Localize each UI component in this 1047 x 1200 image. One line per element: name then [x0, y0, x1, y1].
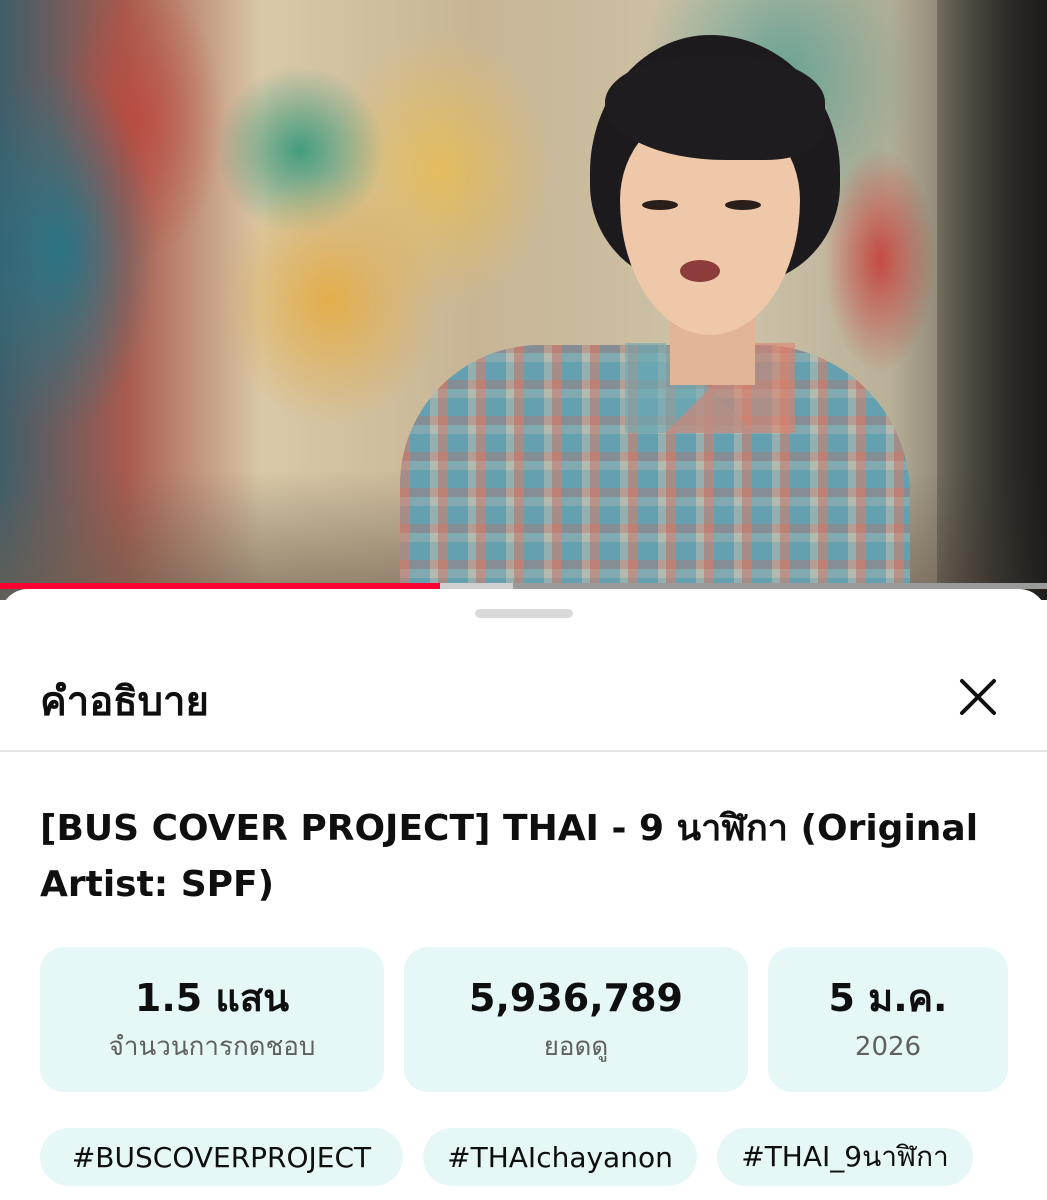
sheet-title: คำอธิบาย [40, 679, 209, 725]
header-divider [0, 750, 1047, 752]
video-wall-shadow [937, 0, 1047, 600]
video-player[interactable] [0, 0, 1047, 600]
likes-count: 1.5 แสน [134, 975, 290, 1020]
upload-date: 5 ม.ค. [828, 975, 948, 1020]
views-stat: 5,936,789 ยอดดู [404, 947, 748, 1092]
date-stat: 5 ม.ค. 2026 [768, 947, 1008, 1092]
person-mouth [680, 260, 720, 282]
video-frame-person [380, 25, 920, 600]
sheet-header: คำอธิบาย [0, 649, 1047, 749]
drag-handle[interactable] [475, 609, 573, 618]
hashtag-chip[interactable]: #THAI_9นาฬิกา [717, 1128, 973, 1186]
person-eye-left [642, 200, 678, 210]
person-eye-right [725, 200, 761, 210]
hashtag-chip[interactable]: #BUSCOVERPROJECT [40, 1128, 403, 1186]
likes-stat: 1.5 แสน จำนวนการกดชอบ [40, 947, 384, 1092]
close-button[interactable] [950, 669, 1006, 725]
likes-label: จำนวนการกดชอบ [108, 1031, 316, 1062]
hashtag-chip[interactable]: #THAIchayanon [423, 1128, 697, 1186]
views-count: 5,936,789 [469, 975, 683, 1020]
close-icon [960, 679, 996, 715]
stats-row: 1.5 แสน จำนวนการกดชอบ 5,936,789 ยอดดู 5 … [0, 947, 1047, 1092]
upload-year: 2026 [854, 1031, 922, 1062]
description-sheet: คำอธิบาย [BUS COVER PROJECT] THAI - 9 นา… [0, 589, 1047, 1200]
video-title: [BUS COVER PROJECT] THAI - 9 นาฬิกา (Ori… [40, 808, 979, 905]
views-label: ยอดดู [543, 1031, 609, 1062]
hashtag-row: #BUSCOVERPROJECT #THAIchayanon #THAI_9นา… [0, 1128, 1047, 1188]
